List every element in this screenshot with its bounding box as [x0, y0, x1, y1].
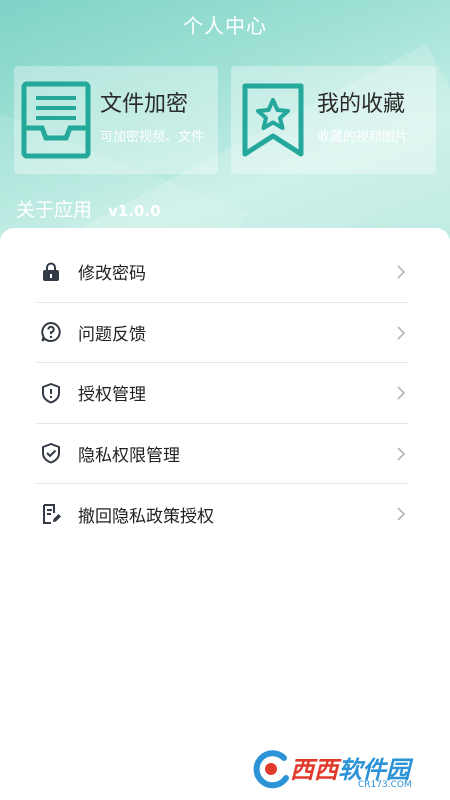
menu-item-label: 隐私权限管理 — [78, 445, 180, 466]
menu-item-label: 撤回隐私政策授权 — [78, 506, 214, 527]
shield-exclaim-icon — [42, 382, 60, 404]
menu-item-feedback[interactable]: 问题反馈 — [36, 303, 408, 363]
file-tray-icon — [21, 81, 91, 159]
chevron-right-icon — [397, 325, 406, 340]
menu-item-label: 授权管理 — [78, 385, 146, 406]
settings-menu: 修改密码 问题反馈 授权管理 隐私权限管理 撤回隐私政策授权 — [36, 242, 408, 545]
chevron-right-icon — [397, 446, 406, 461]
card-subtitle: 可加密视频、文件 — [100, 130, 205, 145]
shield-check-icon — [42, 443, 60, 464]
file-encrypt-card[interactable]: 文件加密 可加密视频、文件 — [14, 66, 218, 174]
site-watermark: 西西软件园 CR173.COM — [248, 744, 438, 794]
menu-item-privacy-permissions[interactable]: 隐私权限管理 — [36, 424, 408, 484]
card-title: 我的收藏 — [317, 92, 406, 117]
settings-sheet: 修改密码 问题反馈 授权管理 隐私权限管理 撤回隐私政策授权 — [0, 228, 450, 800]
watermark-brand: 西西 — [290, 756, 338, 784]
page-title: 个人中心 — [183, 14, 267, 38]
card-subtitle: 收藏的视频图片 — [317, 130, 409, 145]
about-label: 关于应用 — [16, 199, 93, 221]
about-app[interactable]: 关于应用 v1.0.0 — [16, 195, 161, 222]
my-favorites-card[interactable]: 我的收藏 收藏的视频图片 — [231, 66, 436, 174]
menu-item-authorization[interactable]: 授权管理 — [36, 363, 408, 424]
menu-item-change-password[interactable]: 修改密码 — [36, 242, 408, 303]
lock-icon — [43, 262, 59, 281]
menu-item-label: 修改密码 — [78, 264, 146, 285]
question-bubble-icon — [41, 322, 61, 343]
menu-item-label: 问题反馈 — [78, 324, 146, 345]
watermark-logo-icon — [253, 750, 289, 789]
chevron-right-icon — [397, 507, 406, 521]
app-version: v1.0.0 — [108, 202, 161, 220]
chevron-right-icon — [397, 386, 406, 400]
card-title: 文件加密 — [100, 92, 189, 117]
watermark-domain: CR173.COM — [358, 780, 412, 790]
bookmark-star-icon — [242, 83, 304, 157]
menu-item-revoke-privacy[interactable]: 撤回隐私政策授权 — [36, 484, 408, 545]
document-edit-icon — [43, 504, 61, 525]
chevron-right-icon — [397, 265, 406, 279]
